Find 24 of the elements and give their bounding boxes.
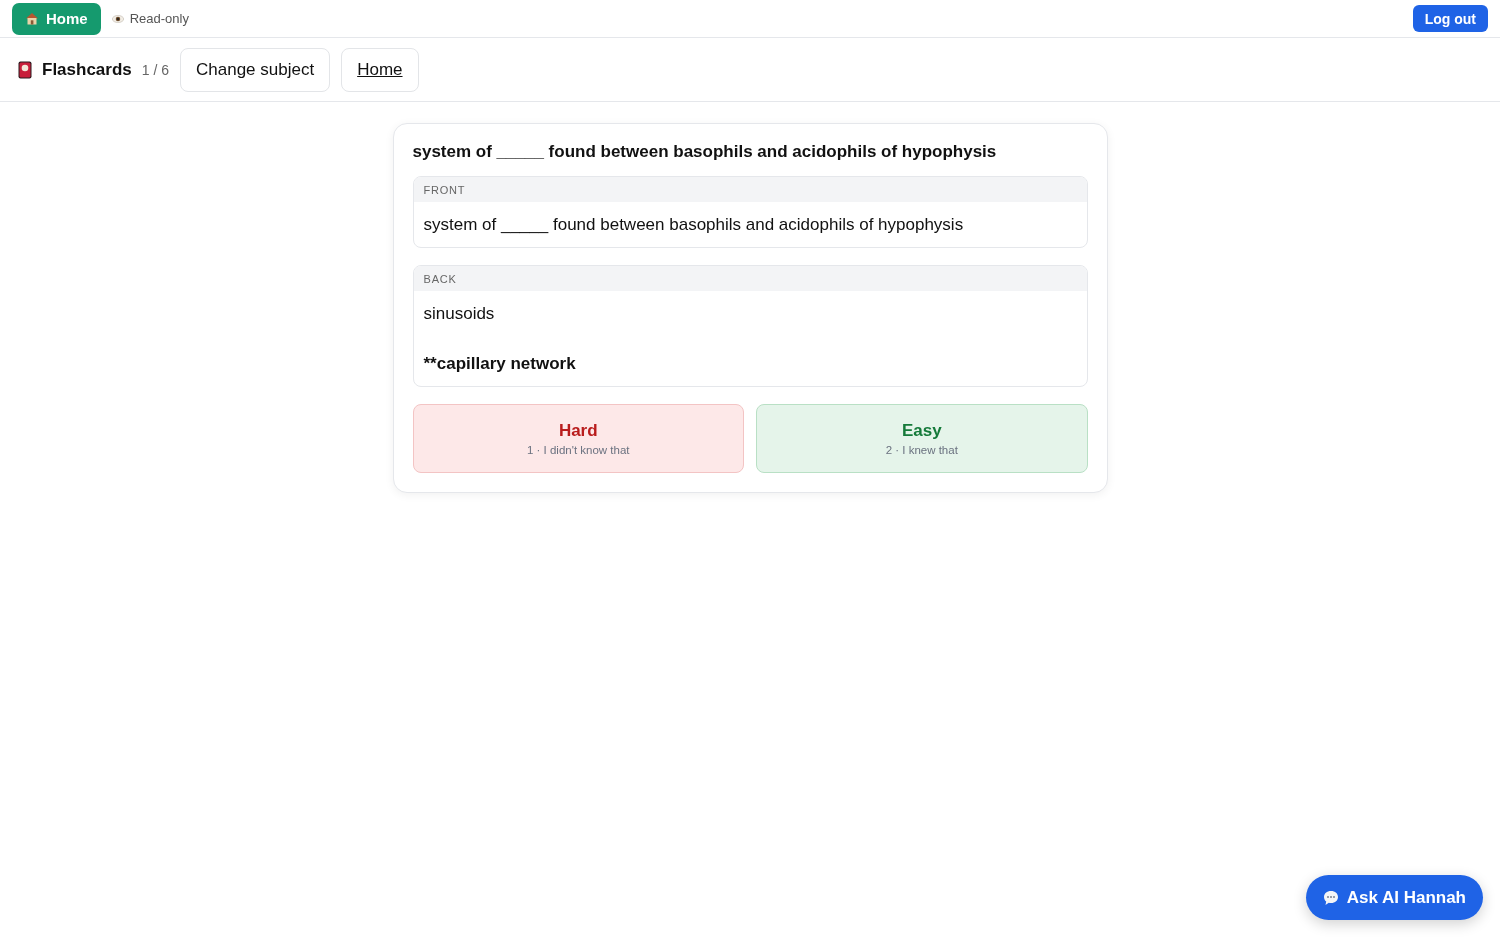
side-label: FRONT <box>413 177 1087 202</box>
rating-hint: 1 · I didn't know that <box>526 444 630 456</box>
rating-hint: 2 · I knew that <box>885 444 958 456</box>
house-icon <box>25 12 39 25</box>
speech-bubble-icon <box>1322 889 1339 906</box>
card-text: system of _____ found between basophils and acidophils of hypophysis <box>423 214 965 236</box>
read-only-label: Read-only <box>129 11 189 26</box>
rating-label: Hard <box>558 421 598 441</box>
side-label: BACK <box>413 266 1087 291</box>
home-link-button[interactable]: Home <box>341 47 419 92</box>
card-text: sinusoids <box>423 303 496 325</box>
home-button[interactable]: Home <box>12 2 101 35</box>
card-title: system of _____ found between basophils and acidophils of hypophysis <box>412 142 998 162</box>
hard-rating-button[interactable]: Hard 1 · I didn't know that <box>412 404 744 473</box>
change-subject-button[interactable]: Change subject <box>180 47 331 92</box>
card-text: **capillary network <box>423 353 577 375</box>
easy-rating-button[interactable]: Easy 2 · I knew that <box>756 404 1088 473</box>
log-out-button[interactable]: Log out <box>1412 5 1488 32</box>
card-counter: 1 / 6 <box>141 61 169 78</box>
eye-icon <box>111 14 124 23</box>
rating-label: Easy <box>901 421 942 441</box>
ask-ai-button[interactable]: Ask AI Hannah <box>1305 875 1483 920</box>
flashcard-icon <box>18 60 32 79</box>
page-title: Flashcards <box>42 59 132 80</box>
